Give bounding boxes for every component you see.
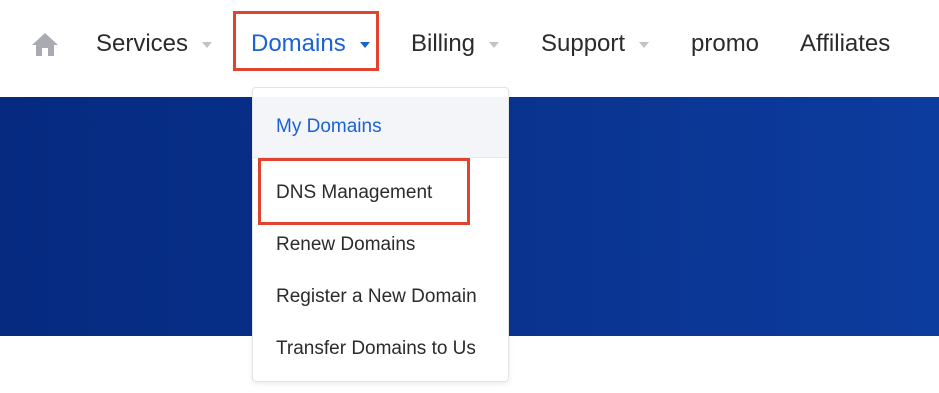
top-navbar: Services Domains Billing Support promo A… <box>0 0 939 90</box>
page: Services Domains Billing Support promo A… <box>0 0 939 393</box>
nav-support-label: Support <box>541 30 626 57</box>
nav-billing[interactable]: Billing <box>411 28 500 60</box>
domains-highlight-box <box>233 11 379 71</box>
dropdown-item-register-domain[interactable]: Register a New Domain <box>253 271 508 323</box>
dropdown-item-label: Register a New Domain <box>276 286 477 307</box>
home-icon[interactable] <box>30 30 60 58</box>
nav-billing-label: Billing <box>411 30 476 57</box>
dropdown-item-label: My Domains <box>276 116 382 137</box>
nav-affiliates-label: Affiliates <box>800 30 891 57</box>
chevron-down-icon <box>202 42 213 48</box>
chevron-down-icon <box>489 42 500 48</box>
chevron-down-icon <box>639 42 650 48</box>
dropdown-item-label: Transfer Domains to Us <box>276 338 476 359</box>
domains-dropdown-menu: My Domains DNS Management Renew Domains … <box>252 87 509 382</box>
dropdown-item-label: Renew Domains <box>276 234 416 255</box>
nav-support[interactable]: Support <box>541 28 650 60</box>
nav-promo-label: promo <box>691 30 760 57</box>
nav-services-label: Services <box>96 30 189 57</box>
nav-affiliates[interactable]: Affiliates <box>800 28 890 60</box>
dropdown-item-renew-domains[interactable]: Renew Domains <box>253 219 508 271</box>
dropdown-item-my-domains[interactable]: My Domains <box>253 97 508 157</box>
dns-management-highlight-box <box>258 158 470 225</box>
nav-promo[interactable]: promo <box>691 28 759 60</box>
dropdown-item-transfer-domains[interactable]: Transfer Domains to Us <box>253 323 508 375</box>
nav-services[interactable]: Services <box>96 28 213 60</box>
